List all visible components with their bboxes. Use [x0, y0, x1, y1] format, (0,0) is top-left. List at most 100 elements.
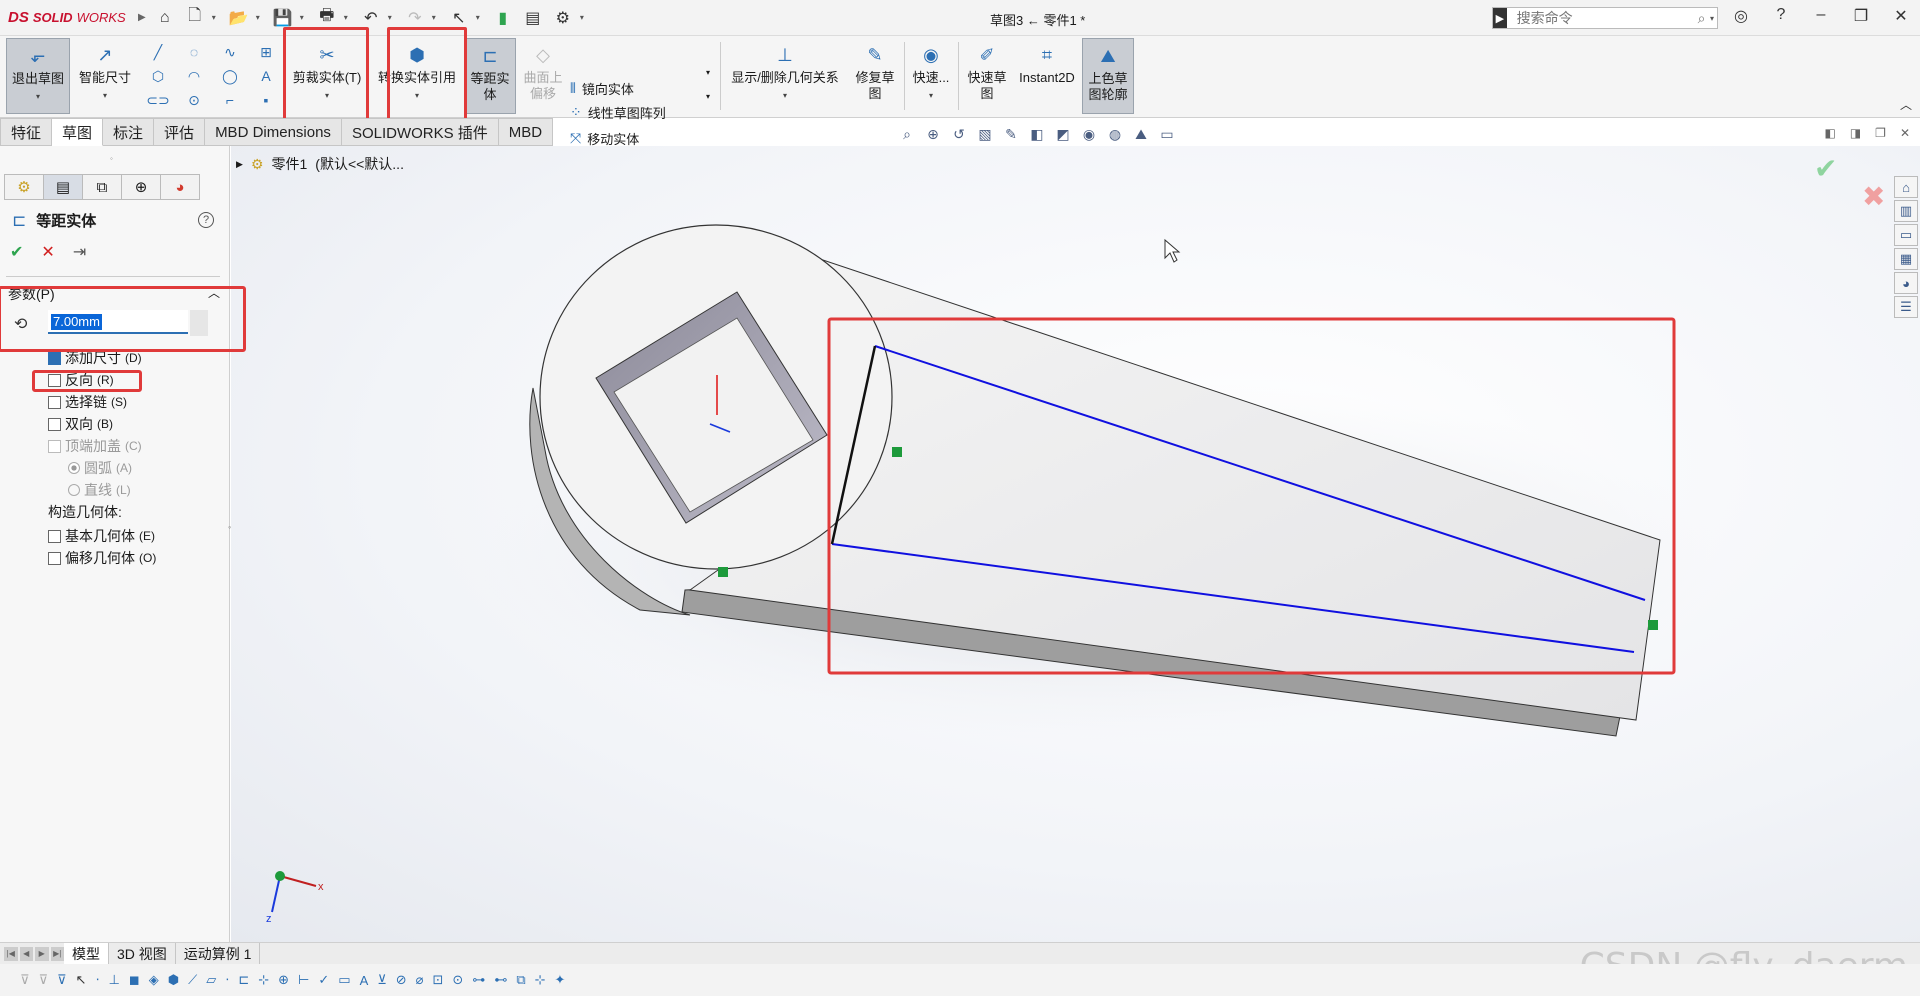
- cancel-icon[interactable]: ✕: [41, 242, 54, 262]
- text-icon[interactable]: A: [248, 64, 284, 88]
- line-icon[interactable]: ╱: [140, 40, 176, 64]
- file-explorer-icon[interactable]: ▭: [1894, 224, 1918, 246]
- exit-sketch-button[interactable]: ⬐ 退出草图 ▾: [6, 38, 70, 114]
- filter-cameras-icon[interactable]: ⊹: [535, 972, 546, 988]
- plane-icon[interactable]: ▪: [248, 88, 284, 112]
- tab-evaluate[interactable]: 评估: [154, 118, 206, 146]
- select-dropdown-icon[interactable]: ▾: [476, 13, 480, 22]
- filter-blocks-icon[interactable]: ⊡: [433, 972, 444, 988]
- filter-datum-targets-icon[interactable]: ⊘: [396, 972, 407, 988]
- filter-mates-icon[interactable]: ⧉: [516, 972, 525, 988]
- filter-midpoints-icon[interactable]: ⊹: [258, 972, 269, 988]
- dimxpert-manager-tab-icon[interactable]: ⊕: [121, 174, 161, 200]
- tab-solidworks-addins[interactable]: SOLIDWORKS 插件: [341, 118, 499, 146]
- redo-dropdown-icon[interactable]: ▾: [432, 13, 436, 22]
- filter-faces-icon[interactable]: ◼: [129, 972, 140, 988]
- offset-entities-button[interactable]: ⊏ 等距实体: [464, 38, 516, 114]
- pattern-dropdown-icon[interactable]: ▾: [706, 68, 710, 77]
- cap-arc-radio[interactable]: 圆弧 (A): [68, 458, 132, 478]
- viewport-tile-right-icon[interactable]: ◨: [1850, 126, 1861, 140]
- filter-axes-icon[interactable]: ⟋: [188, 972, 197, 988]
- bidirectional-checkbox[interactable]: 双向 (B): [48, 414, 113, 434]
- dimension-icon[interactable]: ⊞: [248, 40, 284, 64]
- filter-dimensions-icon[interactable]: ⊢: [298, 972, 309, 988]
- select-cursor-icon[interactable]: ↖: [76, 972, 87, 988]
- filter-connection-points-icon[interactable]: ⊶: [472, 972, 485, 988]
- configuration-manager-tab-icon[interactable]: ⧉: [82, 174, 122, 200]
- model-view[interactable]: x z: [231, 146, 1920, 942]
- filter-sketch-points-icon[interactable]: ⋅: [225, 972, 229, 988]
- search-dropdown-icon[interactable]: ▾: [1710, 14, 1717, 23]
- relations-dropdown-icon[interactable]: ▾: [783, 88, 787, 104]
- menu-expand-icon[interactable]: ▶: [138, 12, 146, 23]
- smart-dimension-dropdown-icon[interactable]: ▾: [103, 88, 107, 104]
- linear-pattern-button[interactable]: ⁘ 线性草图阵列: [570, 100, 666, 124]
- tab-sketch[interactable]: 草图: [52, 118, 104, 146]
- filter-planes-icon[interactable]: ▱: [206, 972, 216, 988]
- appearances-icon[interactable]: ◕: [1894, 272, 1918, 294]
- save-dropdown-icon[interactable]: ▾: [300, 13, 304, 22]
- spline-icon[interactable]: ∿: [212, 40, 248, 64]
- options-gear-icon[interactable]: ⚙: [550, 5, 576, 31]
- help-icon[interactable]: ?: [1766, 6, 1796, 24]
- filter-all-icon[interactable]: ⊽: [57, 972, 67, 988]
- quick-snaps-dropdown-icon[interactable]: ▾: [929, 88, 933, 104]
- filter-toggle-icon[interactable]: ⊽: [20, 972, 30, 988]
- filter-vertices-icon[interactable]: ⋅: [95, 972, 99, 988]
- first-tab-icon[interactable]: |◀: [4, 946, 18, 961]
- help-button[interactable]: ?: [198, 212, 214, 228]
- filter-center-marks-icon[interactable]: ⊕: [278, 972, 289, 988]
- search-icon[interactable]: ⌕: [1698, 10, 1710, 27]
- polygon-icon[interactable]: ⬡: [140, 64, 176, 88]
- search-input[interactable]: [1506, 10, 1698, 26]
- close-icon[interactable]: ✕: [1886, 6, 1916, 26]
- viewport-close-icon[interactable]: ✕: [1900, 126, 1910, 140]
- next-tab-icon[interactable]: ▶: [35, 946, 49, 961]
- relation-marker[interactable]: [718, 567, 728, 577]
- options-dropdown-icon[interactable]: ▾: [580, 13, 584, 22]
- new-document-icon[interactable]: 🗋: [182, 5, 208, 31]
- edit-appearance-icon[interactable]: ◍: [1104, 126, 1126, 143]
- display-manager-tab-icon[interactable]: ◕: [160, 174, 200, 200]
- panel-splitter-handle[interactable]: ◦: [110, 154, 113, 163]
- ok-icon[interactable]: ✔: [10, 242, 23, 262]
- tab-features[interactable]: 特征: [0, 118, 53, 146]
- tab-3d-view[interactable]: 3D 视图: [109, 942, 176, 965]
- tab-mbd-dimensions[interactable]: MBD Dimensions: [205, 118, 342, 146]
- confirmation-cancel-icon[interactable]: ✖: [1862, 180, 1885, 213]
- account-icon[interactable]: ◎: [1726, 6, 1756, 26]
- filter-routing-points-icon[interactable]: ⊷: [494, 972, 507, 988]
- solidworks-resources-icon[interactable]: ⌂: [1894, 176, 1918, 198]
- solidworks-logo[interactable]: DS SOLID WORKS: [0, 9, 132, 26]
- repair-sketch-button[interactable]: ✎ 修复草图: [850, 38, 900, 114]
- home-icon[interactable]: ⌂: [152, 5, 178, 31]
- smart-dimension-button[interactable]: ↗ 智能尺寸 ▾: [74, 38, 136, 114]
- filter-surface-finish-icon[interactable]: ✓: [318, 972, 329, 988]
- fillet-icon[interactable]: ⌐: [212, 88, 248, 112]
- print-dropdown-icon[interactable]: ▾: [344, 13, 348, 22]
- tree-expand-icon[interactable]: ▶: [236, 159, 243, 170]
- filter-edges-icon[interactable]: ⊥: [109, 972, 120, 988]
- exit-sketch-dropdown-icon[interactable]: ▾: [36, 89, 40, 105]
- tab-motion-study[interactable]: 运动算例 1: [176, 942, 261, 965]
- collapse-ribbon-icon[interactable]: ︿: [1900, 96, 1912, 113]
- last-tab-icon[interactable]: ▶|: [50, 946, 64, 961]
- graphics-area[interactable]: x z: [231, 146, 1920, 942]
- circle-icon[interactable]: ◌: [176, 40, 212, 64]
- cap-ends-checkbox[interactable]: 顶端加盖 (C): [48, 436, 142, 456]
- custom-properties-icon[interactable]: ☰: [1894, 296, 1918, 318]
- instant2d-button[interactable]: ⌗ Instant2D: [1014, 38, 1080, 114]
- viewport-tile-left-icon[interactable]: ◧: [1824, 126, 1835, 140]
- search-box[interactable]: ▶ ⌕ ▾: [1492, 7, 1718, 29]
- offset-geometry-checkbox[interactable]: 偏移几何体 (O): [48, 548, 156, 568]
- traffic-light-icon[interactable]: ▮: [490, 5, 516, 31]
- base-geometry-checkbox[interactable]: 基本几何体 (E): [48, 526, 155, 546]
- prev-tab-icon[interactable]: ◀: [19, 946, 33, 961]
- view-orientation-icon[interactable]: ◧: [1026, 126, 1048, 143]
- display-style-icon[interactable]: ◩: [1052, 126, 1074, 143]
- tab-markup[interactable]: 标注: [103, 118, 155, 146]
- dynamic-annotation-icon[interactable]: ✎: [1000, 126, 1022, 143]
- offset-on-surface-button[interactable]: ◇ 曲面上偏移: [520, 38, 566, 114]
- zoom-to-area-icon[interactable]: ⊕: [922, 126, 944, 143]
- filter-surface-bodies-icon[interactable]: ◈: [149, 972, 159, 988]
